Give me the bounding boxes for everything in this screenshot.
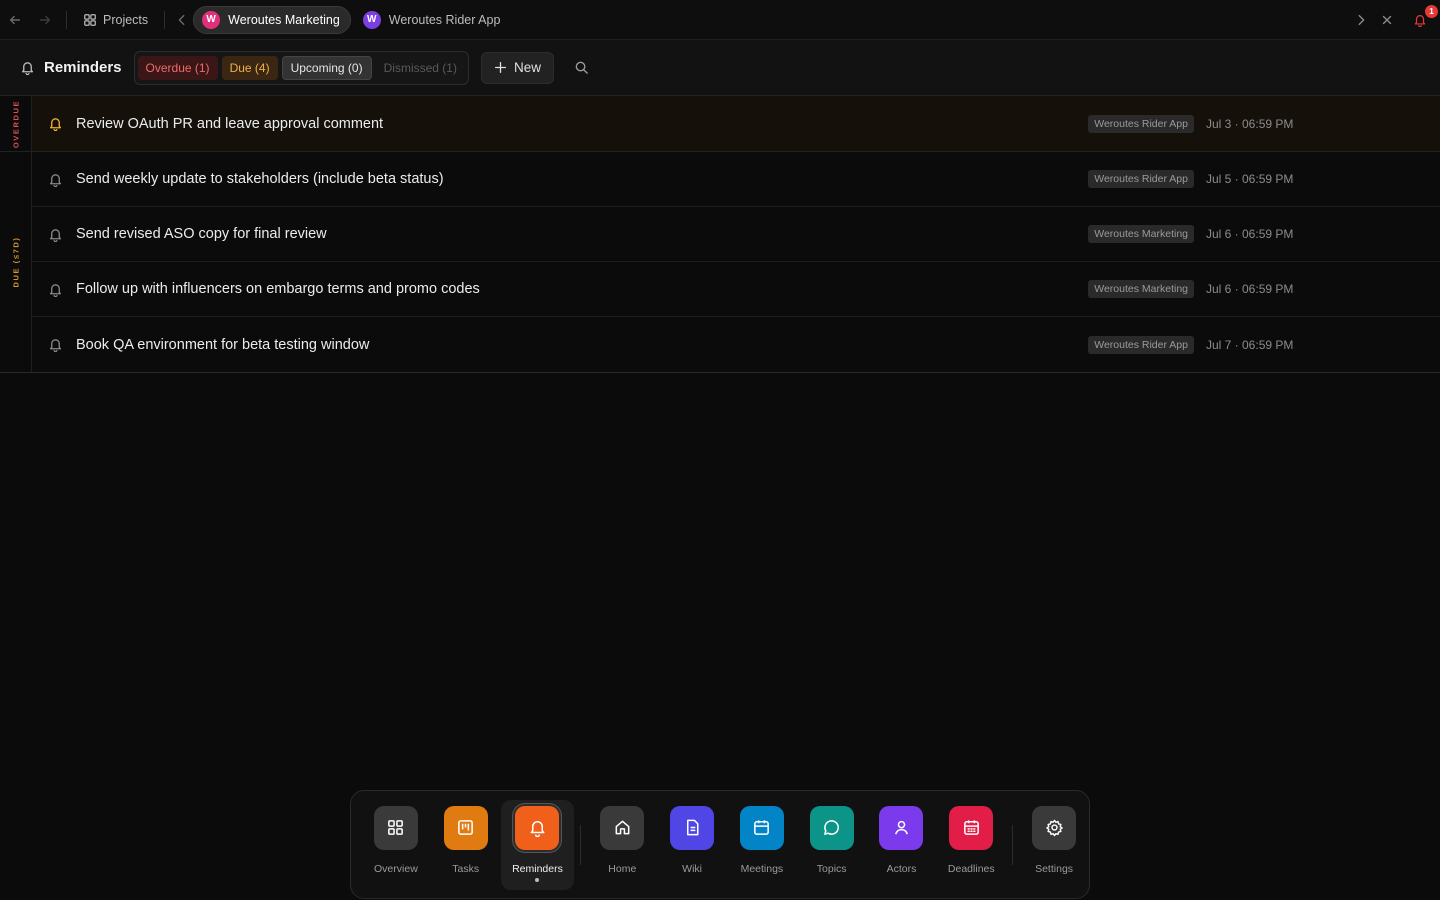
dock-actors[interactable]: Actors [867,800,937,890]
tab-weroutes-rider-app[interactable]: W Weroutes Rider App [355,6,511,34]
bell-icon [49,283,62,297]
reminder-title: Follow up with influencers on embargo te… [76,281,480,297]
reminder-date: Jul 3 · 06:59 PM [1206,116,1294,131]
dock-label: Topics [816,862,847,875]
dock-label: Reminders [512,862,563,875]
dock-label: Overview [374,862,418,875]
filter-due[interactable]: Due (4) [221,55,278,80]
project-tag: Weroutes Rider App [1088,114,1194,133]
dock-divider [580,824,582,865]
dock-meetings[interactable]: Meetings [727,800,797,890]
kanban-icon [443,805,488,850]
search-icon[interactable] [568,54,596,82]
reminder-date: Jul 6 · 06:59 PM [1206,282,1294,296]
bell-icon [49,228,62,242]
calendar-deadline-icon [949,805,994,850]
user-icon [879,805,924,850]
home-icon [600,805,645,850]
dock-label: Tasks [452,862,480,875]
dock-overview[interactable]: Overview [361,800,431,890]
tab-weroutes-marketing[interactable]: W Weroutes Marketing [193,5,351,34]
tab-label: Weroutes Rider App [388,12,501,27]
projects-button[interactable]: Projects [73,6,158,34]
projects-label: Projects [103,12,149,27]
reminder-row[interactable]: Follow up with influencers on embargo te… [32,262,1440,317]
filter-overdue[interactable]: Overdue (1) [137,55,218,80]
bell-icon [49,339,62,352]
calendar-icon [739,805,784,850]
reminder-title: Send weekly update to stakeholders (incl… [76,171,444,187]
reminder-row[interactable]: Review OAuth PR and leave approval comme… [32,96,1440,151]
divider [164,10,166,29]
tabs-scroll-right-icon[interactable] [1348,0,1374,40]
group-due: DUE (≤7D) Send weekly update to stakehol… [0,152,1440,373]
reminder-title: Review OAuth PR and leave approval comme… [76,115,384,132]
reminders-header: Reminders Overdue (1) Due (4) Upcoming (… [0,40,1440,96]
tab-label: Weroutes Marketing [228,12,340,27]
bell-icon [21,62,34,75]
project-tag: Weroutes Rider App [1088,170,1194,188]
new-button-label: New [513,60,541,75]
dock-label: Wiki [682,862,702,875]
forward-arrow-icon[interactable] [30,0,60,40]
chat-bubble-icon [809,805,854,850]
project-avatar: W [202,10,221,29]
top-bar: Projects W Weroutes Marketing W Weroutes… [0,0,1440,40]
filter-upcoming[interactable]: Upcoming (0) [281,55,372,80]
bell-icon [515,805,560,850]
dock-label: Deadlines [947,862,995,875]
dock-reminders[interactable]: Reminders [500,799,575,890]
reminder-title: Book QA environment for beta testing win… [76,336,370,353]
bell-icon [49,118,62,131]
group-label: OVERDUE [0,96,32,151]
dock-tasks[interactable]: Tasks [431,800,501,890]
dock-label: Meetings [740,862,784,875]
project-tag: Weroutes Marketing [1088,280,1194,298]
reminder-title: Send revised ASO copy for final review [76,226,327,242]
document-icon [670,805,715,850]
dock-label: Actors [886,862,917,875]
reminder-row[interactable]: Send revised ASO copy for final review W… [32,207,1440,262]
dock-topics[interactable]: Topics [797,800,867,890]
reminder-row[interactable]: Book QA environment for beta testing win… [32,317,1440,372]
close-icon[interactable] [1374,0,1400,40]
gear-icon [1032,805,1077,850]
reminder-date: Jul 6 · 06:59 PM [1206,227,1294,241]
divider [66,10,67,29]
dock-wiki[interactable]: Wiki [657,800,727,890]
page-title: Reminders [20,59,122,76]
dock-label: Settings [1035,862,1074,875]
overview-icon [373,805,418,850]
reminder-date: Jul 5 · 06:59 PM [1206,172,1294,186]
back-arrow-icon[interactable] [0,0,30,40]
dock-home[interactable]: Home [587,800,657,890]
filter-dismissed[interactable]: Dismissed (1) [376,56,465,80]
tabs-scroll-left-icon[interactable] [171,0,193,40]
dock-divider [1012,824,1014,865]
bottom-dock: Overview Tasks Reminders Home Wiki Meeti… [350,790,1090,899]
group-overdue: OVERDUE Review OAuth PR and leave approv… [0,96,1440,152]
project-tag: Weroutes Marketing [1088,225,1194,243]
active-indicator [535,877,540,882]
bell-icon [49,173,62,187]
dock-deadlines[interactable]: Deadlines [936,800,1006,890]
grid-icon [84,13,96,26]
project-avatar: W [362,10,381,29]
reminder-date: Jul 7 · 06:59 PM [1206,337,1294,352]
dock-settings[interactable]: Settings [1019,800,1089,890]
filter-tabs: Overdue (1) Due (4) Upcoming (0) Dismiss… [133,50,469,85]
dock-label: Home [608,862,637,875]
page-title-text: Reminders [44,59,122,76]
notifications-button[interactable]: 1 [1400,0,1440,40]
reminder-row[interactable]: Send weekly update to stakeholders (incl… [32,152,1440,207]
reminders-list: OVERDUE Review OAuth PR and leave approv… [0,96,1440,373]
notification-badge: 1 [1425,4,1438,18]
group-label: DUE (≤7D) [0,152,32,372]
project-tag: Weroutes Rider App [1088,335,1194,354]
new-reminder-button[interactable]: New [480,51,554,84]
plus-icon [494,61,506,74]
